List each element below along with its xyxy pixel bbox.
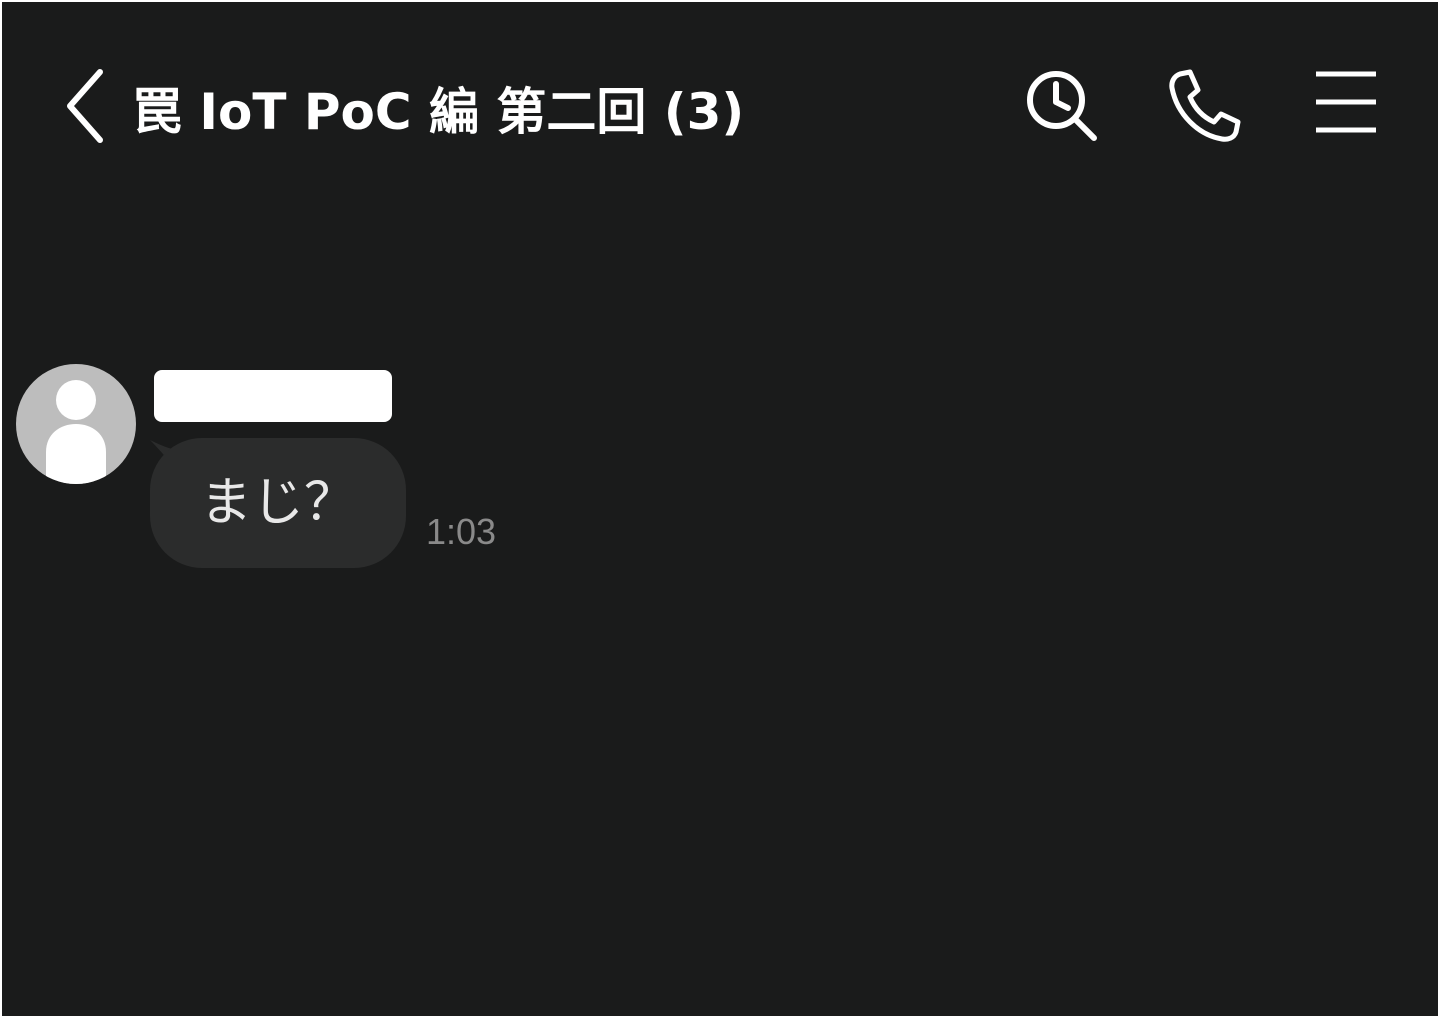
search-history-button[interactable]	[1022, 66, 1102, 146]
chat-title: 罠 IoT PoC 編 第二回 (3)	[132, 83, 745, 141]
message-bubble[interactable]: まじ？	[148, 438, 408, 570]
chat-screen: 罠 IoT PoC 編 第二回 (3) まじ？ 1:03	[2, 2, 1438, 1016]
chevron-left-icon	[67, 69, 103, 143]
back-button[interactable]	[60, 68, 116, 144]
menu-button[interactable]	[1306, 66, 1386, 146]
message-text: まじ？	[150, 438, 406, 568]
chat-header: 罠 IoT PoC 編 第二回 (3)	[2, 2, 1438, 212]
clock-search-icon	[1027, 71, 1097, 141]
call-button[interactable]	[1164, 66, 1244, 146]
default-person-icon	[46, 380, 106, 484]
hamburger-menu-icon	[1316, 71, 1376, 133]
sender-name-redacted	[154, 370, 392, 422]
avatar[interactable]	[16, 364, 136, 484]
phone-icon	[1169, 69, 1241, 142]
message-time: 1:03	[426, 511, 497, 552]
